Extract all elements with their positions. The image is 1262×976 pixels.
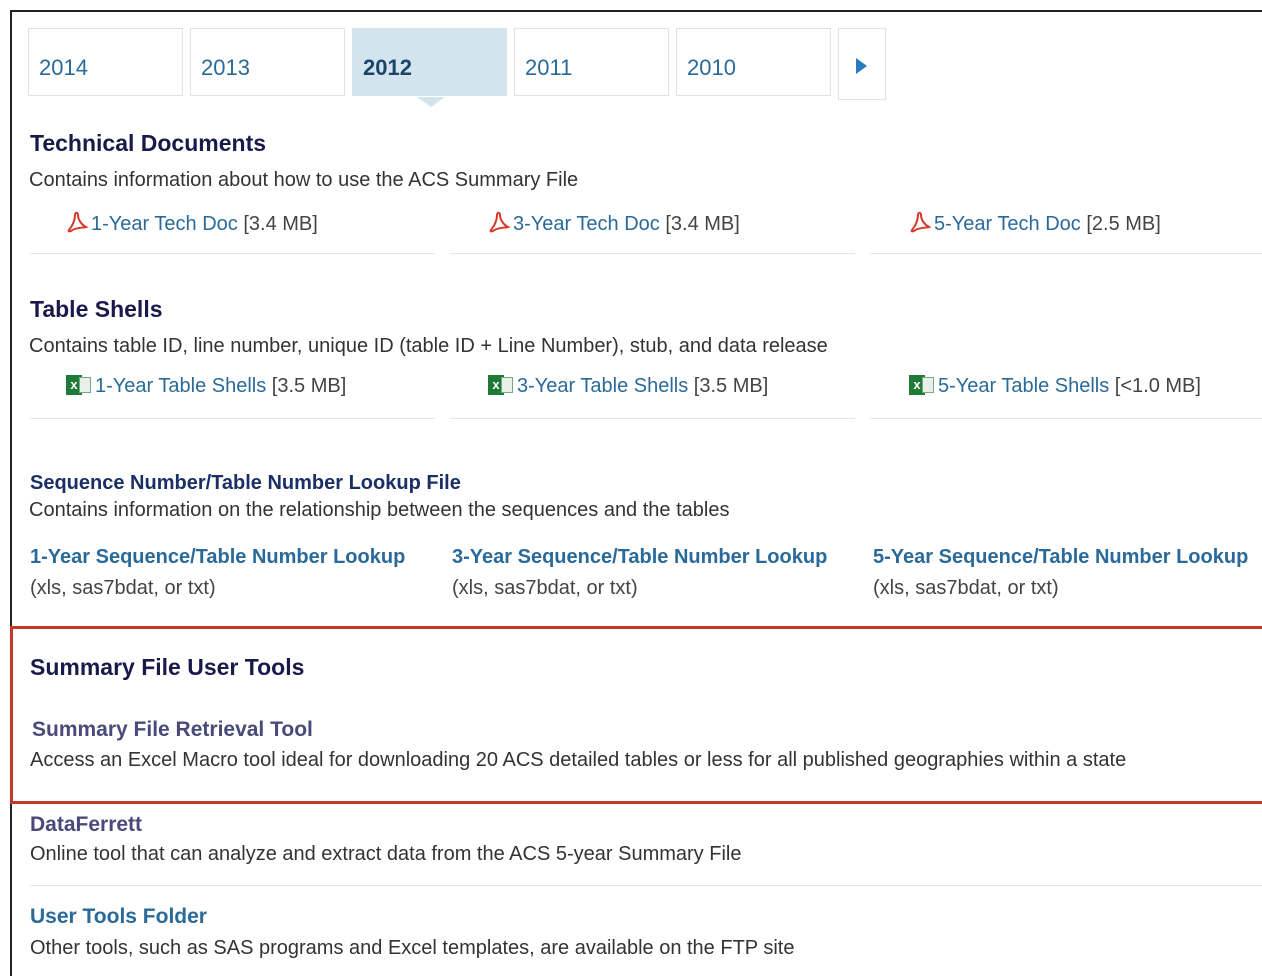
divider xyxy=(30,885,1262,886)
retrieval-tool-description: Access an Excel Macro tool ideal for dow… xyxy=(30,749,1127,771)
divider xyxy=(870,253,1262,254)
divider xyxy=(30,253,435,254)
user-tools-folder-link[interactable]: User Tools Folder xyxy=(30,905,207,929)
technical-documents-description: Contains information about how to use th… xyxy=(29,169,579,191)
divider xyxy=(450,253,855,254)
lookup-3-year-formats: (xls, sas7bdat, or txt) xyxy=(452,577,638,599)
table-shells-1-year-link[interactable]: x 1-Year Table Shells [3.5 MB] xyxy=(66,375,346,398)
lookup-file-description: Contains information on the relationship… xyxy=(29,499,730,521)
divider xyxy=(30,418,435,419)
tech-doc-5-year-link[interactable]: 5-Year Tech Doc [2.5 MB] xyxy=(909,211,1161,236)
file-size: [3.5 MB] xyxy=(271,375,347,397)
table-shells-5-year-label[interactable]: 5-Year Table Shells xyxy=(938,375,1109,397)
table-shells-heading: Table Shells xyxy=(30,296,163,322)
technical-documents-heading: Technical Documents xyxy=(30,130,267,156)
tab-2011[interactable]: 2011 xyxy=(514,28,669,96)
table-shells-1-year-label[interactable]: 1-Year Table Shells xyxy=(95,375,266,397)
table-shells-3-year-link[interactable]: x 3-Year Table Shells [3.5 MB] xyxy=(488,375,768,398)
tab-2010[interactable]: 2010 xyxy=(676,28,831,96)
divider xyxy=(450,418,855,419)
tech-doc-3-year-label[interactable]: 3-Year Tech Doc xyxy=(513,213,660,235)
excel-icon: x xyxy=(488,375,514,395)
next-tabs-button[interactable] xyxy=(838,28,886,100)
tab-2012[interactable]: 2012 xyxy=(352,28,507,107)
lookup-file-heading: Sequence Number/Table Number Lookup File xyxy=(30,472,461,494)
table-shells-5-year-link[interactable]: x 5-Year Table Shells [<1.0 MB] xyxy=(909,375,1201,398)
lookup-3-year-link[interactable]: 3-Year Sequence/Table Number Lookup xyxy=(452,546,827,569)
file-size: [3.5 MB] xyxy=(693,375,769,397)
lookup-5-year-link[interactable]: 5-Year Sequence/Table Number Lookup xyxy=(873,546,1248,569)
pdf-icon xyxy=(67,211,88,233)
file-size: [2.5 MB] xyxy=(1086,213,1161,235)
lookup-1-year-formats: (xls, sas7bdat, or txt) xyxy=(30,577,216,599)
user-tools-heading: Summary File User Tools xyxy=(30,654,305,680)
file-size: [3.4 MB] xyxy=(243,213,318,235)
excel-icon: x xyxy=(66,375,92,395)
tech-doc-1-year-link[interactable]: 1-Year Tech Doc [3.4 MB] xyxy=(66,211,318,236)
tab-2014[interactable]: 2014 xyxy=(28,28,183,96)
file-size: [3.4 MB] xyxy=(665,213,740,235)
tech-doc-1-year-label[interactable]: 1-Year Tech Doc xyxy=(91,213,238,235)
file-size: [<1.0 MB] xyxy=(1114,375,1201,397)
dataferrett-link[interactable]: DataFerrett xyxy=(30,813,142,837)
table-shells-description: Contains table ID, line number, unique I… xyxy=(29,335,828,357)
lookup-1-year-link[interactable]: 1-Year Sequence/Table Number Lookup xyxy=(30,546,405,569)
divider xyxy=(870,418,1262,419)
excel-icon: x xyxy=(909,375,935,395)
dataferrett-description: Online tool that can analyze and extract… xyxy=(30,843,742,865)
table-shells-3-year-label[interactable]: 3-Year Table Shells xyxy=(517,375,688,397)
arrow-right-icon xyxy=(856,58,867,74)
tech-doc-3-year-link[interactable]: 3-Year Tech Doc [3.4 MB] xyxy=(488,211,740,236)
pdf-icon xyxy=(489,211,510,233)
pdf-icon xyxy=(910,211,931,233)
tech-doc-5-year-label[interactable]: 5-Year Tech Doc xyxy=(934,213,1081,235)
retrieval-tool-link[interactable]: Summary File Retrieval Tool xyxy=(32,718,313,742)
tab-2013[interactable]: 2013 xyxy=(190,28,345,96)
user-tools-folder-description: Other tools, such as SAS programs and Ex… xyxy=(30,937,795,959)
highlight-box xyxy=(10,626,1262,804)
lookup-5-year-formats: (xls, sas7bdat, or txt) xyxy=(873,577,1059,599)
